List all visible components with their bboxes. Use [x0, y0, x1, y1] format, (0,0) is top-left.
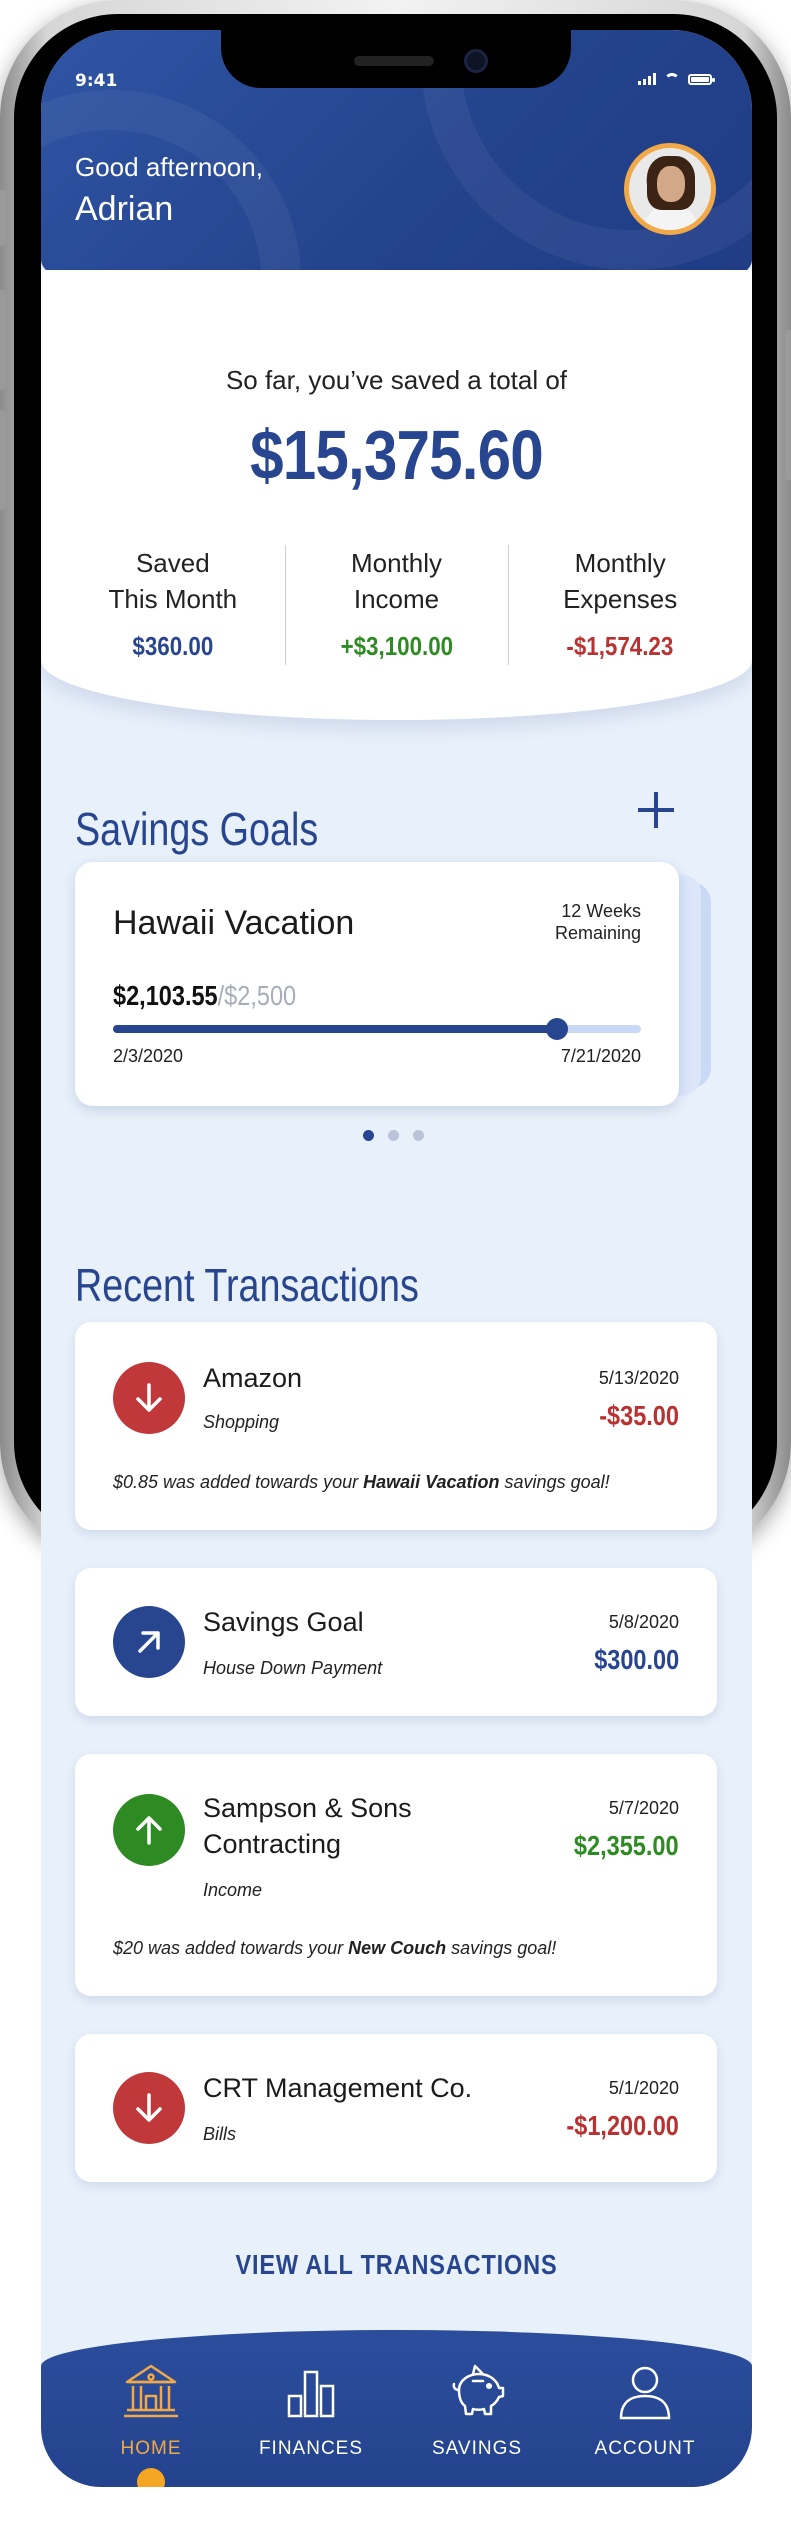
goal-progress-knob	[546, 1018, 569, 1040]
avatar[interactable]	[624, 143, 716, 235]
goal-saved-amount: $2,103.55	[113, 980, 218, 1011]
avatar-face	[657, 166, 685, 202]
view-all-transactions-link[interactable]: VIEW ALL TRANSACTIONS	[98, 2248, 695, 2282]
user-icon	[619, 2366, 671, 2420]
recent-transactions-title: Recent Transactions	[75, 1259, 419, 1311]
arrow-down-icon	[113, 1362, 185, 1434]
status-time: 9:41	[75, 71, 118, 91]
wifi-icon	[664, 73, 680, 85]
transaction-amount: -$35.00	[599, 1400, 679, 1431]
power-button	[785, 330, 791, 480]
bank-icon	[124, 2364, 178, 2418]
nav-label: ACCOUNT	[594, 2438, 696, 2459]
volume-up-button	[0, 290, 6, 390]
mute-switch	[0, 190, 6, 246]
transaction-card[interactable]: CRT Management Co. Bills 5/1/2020 -$1,20…	[75, 2034, 717, 2182]
savings-summary-card: So far, you’ve saved a total of $15,375.…	[41, 270, 752, 720]
goal-progress-bar	[113, 1018, 641, 1040]
transaction-category: Income	[203, 1880, 263, 1900]
stat-label: Monthly Income	[350, 548, 443, 614]
goal-name: Hawaii Vacation	[113, 904, 355, 942]
pagination-dot[interactable]	[413, 1130, 424, 1141]
transaction-amount: $300.00	[593, 1644, 679, 1675]
volume-down-button	[0, 410, 6, 510]
nav-home[interactable]: HOME	[81, 2360, 221, 2460]
transaction-date: 5/8/2020	[608, 1612, 679, 1632]
transaction-category: House Down Payment	[203, 1658, 383, 1678]
transaction-note: $20 was added towards your New Couch sav…	[113, 1938, 557, 1958]
transaction-card[interactable]: Amazon Shopping 5/13/2020 -$35.00 $0.85 …	[75, 1322, 717, 1530]
status-icons	[638, 73, 715, 85]
goal-end-date: 7/21/2020	[560, 1046, 641, 1066]
bottom-navigation: HOME FINANCES SAVINGS ACCOUNT	[41, 2330, 752, 2487]
transaction-date: 5/13/2020	[598, 1368, 679, 1388]
goal-time-remaining: 12 Weeks Remaining	[554, 901, 641, 943]
stat-value: -$1,574.23	[566, 631, 674, 661]
speaker-grille	[354, 56, 434, 66]
arrow-up-icon	[113, 1794, 185, 1866]
notch	[221, 30, 571, 88]
nav-savings[interactable]: SAVINGS	[407, 2360, 547, 2460]
stat-monthly-expenses: Monthly Expenses -$1,574.23	[508, 545, 732, 665]
add-goal-button[interactable]	[628, 782, 684, 838]
transaction-date: 5/1/2020	[608, 2078, 679, 2098]
stat-value: $360.00	[132, 631, 214, 661]
stat-saved-this-month: Saved This Month $360.00	[61, 545, 285, 665]
transaction-name: Savings Goal	[203, 1607, 364, 1637]
transaction-name: Sampson & Sons Contracting	[203, 1793, 412, 1859]
cellular-signal-icon	[638, 73, 656, 85]
nav-finances[interactable]: FINANCES	[241, 2360, 381, 2460]
arrow-down-icon	[113, 2072, 185, 2144]
transaction-note: $0.85 was added towards your Hawaii Vaca…	[113, 1472, 610, 1492]
user-name: Adrian	[75, 190, 174, 228]
app-screen: Good afternoon, Adrian 9:41 So far, you’…	[41, 30, 752, 2487]
transaction-name: Amazon	[203, 1363, 303, 1393]
savings-goal-card[interactable]: Hawaii Vacation 12 Weeks Remaining $2,10…	[75, 862, 679, 1106]
monthly-stats: Saved This Month $360.00 Monthly Income …	[61, 545, 732, 665]
stat-value: +$3,100.00	[340, 631, 453, 661]
stat-label: Monthly Expenses	[563, 548, 678, 614]
nav-account[interactable]: ACCOUNT	[575, 2360, 715, 2460]
savings-goals-title: Savings Goals	[75, 803, 319, 855]
front-camera	[464, 49, 488, 73]
pagination-dot[interactable]	[363, 1130, 374, 1141]
nav-label: HOME	[120, 2438, 182, 2459]
arrow-up-right-icon	[113, 1606, 185, 1678]
goal-progress-fill	[113, 1025, 558, 1033]
piggy-bank-icon	[452, 2364, 505, 2416]
transaction-amount: $2,355.00	[574, 1830, 679, 1861]
transaction-date: 5/7/2020	[608, 1798, 679, 1818]
goal-target-amount: /$2,500	[217, 980, 297, 1011]
goal-progress-text: $2,103.55/$2,500	[113, 980, 296, 1012]
greeting-text: Good afternoon,	[75, 152, 263, 182]
transaction-name: CRT Management Co.	[203, 2073, 473, 2103]
goal-start-date: 2/3/2020	[113, 1046, 184, 1066]
stat-monthly-income: Monthly Income +$3,100.00	[284, 545, 509, 665]
transaction-amount: -$1,200.00	[566, 2110, 679, 2141]
battery-icon	[688, 74, 715, 85]
pagination-dot[interactable]	[388, 1130, 399, 1141]
transaction-category: Shopping	[203, 1412, 280, 1432]
total-saved-label: So far, you’ve saved a total of	[225, 365, 568, 395]
transaction-card[interactable]: Sampson & Sons Contracting Income 5/7/20…	[75, 1754, 717, 1996]
active-nav-indicator	[137, 2468, 165, 2487]
stat-label: Saved This Month	[108, 548, 238, 614]
total-saved-amount: $15,375.60	[250, 416, 544, 494]
nav-label: FINANCES	[258, 2438, 364, 2459]
transaction-category: Bills	[203, 2124, 237, 2144]
nav-label: SAVINGS	[431, 2438, 523, 2459]
bar-chart-icon	[287, 2370, 335, 2418]
transaction-card[interactable]: Savings Goal House Down Payment 5/8/2020…	[75, 1568, 717, 1716]
goal-pagination	[363, 1130, 424, 1141]
